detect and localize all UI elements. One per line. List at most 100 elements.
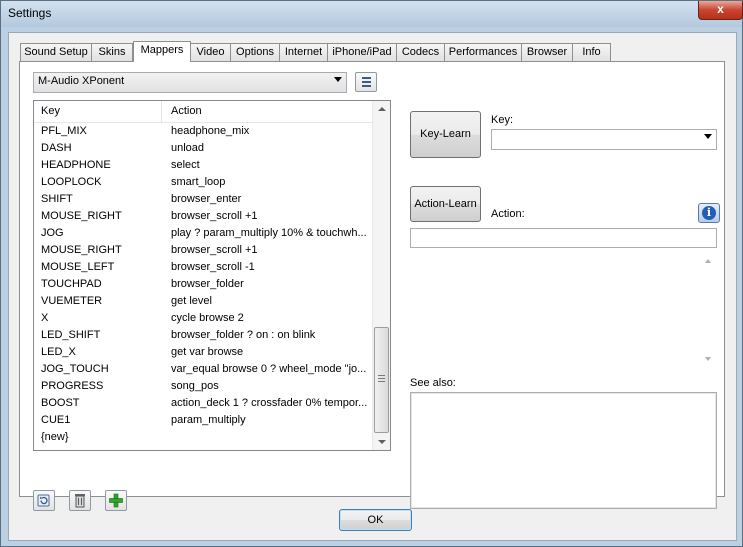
- row-key: MOUSE_RIGHT: [41, 210, 122, 222]
- row-action: song_pos: [171, 380, 219, 392]
- row-key: LED_SHIFT: [41, 329, 101, 341]
- scroll-up-icon[interactable]: [378, 107, 386, 111]
- see-also-box[interactable]: [410, 392, 717, 509]
- row-key: TOUCHPAD: [41, 278, 102, 290]
- add-button[interactable]: [105, 490, 127, 511]
- key-learn-button[interactable]: Key-Learn: [410, 111, 481, 158]
- scroll-thumb[interactable]: [374, 327, 389, 433]
- chevron-down-icon: [334, 77, 342, 82]
- reset-button[interactable]: [33, 490, 55, 511]
- see-also-label: See also:: [410, 377, 456, 389]
- action-learn-label: Action-Learn: [414, 198, 477, 210]
- column-header-action[interactable]: Action: [171, 105, 202, 117]
- row-key: PFL_MIX: [41, 125, 87, 137]
- table-row[interactable]: PFL_MIX headphone_mix: [34, 123, 374, 140]
- column-header-key[interactable]: Key: [41, 105, 60, 117]
- table-row[interactable]: LOOPLOCK smart_loop: [34, 174, 374, 191]
- table-row[interactable]: MOUSE_LEFT browser_scroll -1: [34, 259, 374, 276]
- row-key: MOUSE_LEFT: [41, 261, 115, 273]
- action-learn-button[interactable]: Action-Learn: [410, 186, 481, 222]
- scroll-up-icon[interactable]: [705, 259, 711, 263]
- table-row[interactable]: SHIFT browser_enter: [34, 191, 374, 208]
- table-row[interactable]: PROGRESS song_pos: [34, 378, 374, 395]
- scroll-down-icon[interactable]: [378, 440, 386, 444]
- close-button[interactable]: x: [698, 1, 743, 20]
- key-learn-label: Key-Learn: [420, 128, 471, 140]
- mapping-list[interactable]: Key Action PFL_MIX headphone_mix DASH unloa…: [33, 100, 391, 451]
- tab-label: Sound Setup: [24, 46, 88, 58]
- row-key: JOG_TOUCH: [41, 363, 109, 375]
- table-row[interactable]: LED_SHIFT browser_folder ? on : on blink: [34, 327, 374, 344]
- reset-icon: [37, 494, 50, 507]
- row-key: HEADPHONE: [41, 159, 111, 171]
- tab-label: Codecs: [401, 46, 440, 58]
- table-row[interactable]: {new}: [34, 429, 374, 446]
- row-action: browser_folder ? on : on blink: [171, 329, 316, 341]
- list-scrollbar[interactable]: [372, 101, 390, 450]
- row-key: CUE1: [41, 414, 71, 426]
- scroll-down-icon[interactable]: [705, 357, 711, 361]
- table-row[interactable]: VUEMETER get level: [34, 293, 374, 310]
- ok-button[interactable]: OK: [339, 509, 412, 531]
- table-row[interactable]: TOUCHPAD browser_folder: [34, 276, 374, 293]
- close-icon: x: [717, 2, 724, 16]
- tab-sound-setup[interactable]: Sound Setup: [20, 43, 92, 61]
- row-action: smart_loop: [171, 176, 226, 188]
- tab-performances[interactable]: Performances: [444, 43, 522, 61]
- table-row[interactable]: MOUSE_RIGHT browser_scroll +1: [34, 242, 374, 259]
- plus-icon: [109, 493, 123, 508]
- table-row[interactable]: HEADPHONE select: [34, 157, 374, 174]
- row-action: browser_scroll +1: [171, 244, 258, 256]
- row-action: headphone_mix: [171, 125, 250, 137]
- row-action: play ? param_multiply 10% & touchwh...: [171, 227, 367, 239]
- device-select-value: M-Audio XPonent: [38, 75, 125, 87]
- key-select[interactable]: [491, 129, 717, 150]
- tab-video[interactable]: Video: [190, 43, 231, 61]
- tab-browser[interactable]: Browser: [521, 43, 573, 61]
- mappers-panel: M-Audio XPonent Key Action PFL_MIX headph…: [19, 61, 725, 511]
- tab-label: Performances: [448, 46, 518, 58]
- tab-codecs[interactable]: Codecs: [396, 43, 445, 61]
- info-button[interactable]: i: [698, 203, 720, 223]
- title-bar: Settings x: [1, 1, 743, 27]
- trash-icon: [75, 494, 85, 508]
- device-select[interactable]: M-Audio XPonent: [33, 72, 347, 93]
- table-row[interactable]: CUE1 param_multiply: [34, 412, 374, 429]
- table-row[interactable]: BOOST action_deck 1 ? crossfader 0% tempo…: [34, 395, 374, 412]
- tab-info[interactable]: Info: [572, 43, 611, 61]
- tab-mappers[interactable]: Mappers: [133, 41, 191, 62]
- row-action: get var browse: [171, 346, 244, 358]
- table-row[interactable]: LED_X get var browse: [34, 344, 374, 361]
- delete-button[interactable]: [69, 490, 91, 511]
- ok-label: OK: [367, 514, 384, 526]
- table-row[interactable]: Xcycle browse 2: [34, 310, 374, 327]
- action-description-scrollbar[interactable]: [703, 254, 715, 366]
- row-action: select: [171, 159, 200, 171]
- tab-iphone-ipad[interactable]: iPhone/iPad: [327, 43, 397, 61]
- row-key: MOUSE_RIGHT: [41, 244, 122, 256]
- tab-options[interactable]: Options: [230, 43, 280, 61]
- tab-internet[interactable]: Internet: [279, 43, 328, 61]
- list-view-button[interactable]: [355, 72, 377, 92]
- tab-skins[interactable]: Skins: [91, 43, 133, 61]
- list-header: Key Action: [34, 101, 374, 123]
- action-input[interactable]: [410, 228, 717, 248]
- chevron-down-icon: [704, 134, 712, 139]
- table-row[interactable]: JOG play ? param_multiply 10% & touchwh..…: [34, 225, 374, 242]
- row-action: browser_folder: [171, 278, 244, 290]
- column-divider[interactable]: [161, 101, 162, 122]
- row-key: PROGRESS: [41, 380, 104, 392]
- table-row[interactable]: DASH unload: [34, 140, 374, 157]
- row-action: action_deck 1 ? crossfader 0% tempor...: [171, 397, 368, 409]
- tab-label: Internet: [284, 46, 323, 58]
- tab-label: Info: [582, 46, 601, 58]
- row-action: get level: [171, 295, 212, 307]
- table-row[interactable]: JOG_TOUCH var_equal browse 0 ? wheel_mode…: [34, 361, 374, 378]
- key-label: Key:: [491, 114, 514, 126]
- table-row[interactable]: MOUSE_RIGHT browser_scroll +1: [34, 208, 374, 225]
- row-key: JOG: [41, 227, 64, 239]
- row-key: VUEMETER: [41, 295, 103, 307]
- window-title: Settings: [8, 6, 52, 20]
- row-action: browser_enter: [171, 193, 242, 205]
- tab-label: Mappers: [140, 44, 184, 56]
